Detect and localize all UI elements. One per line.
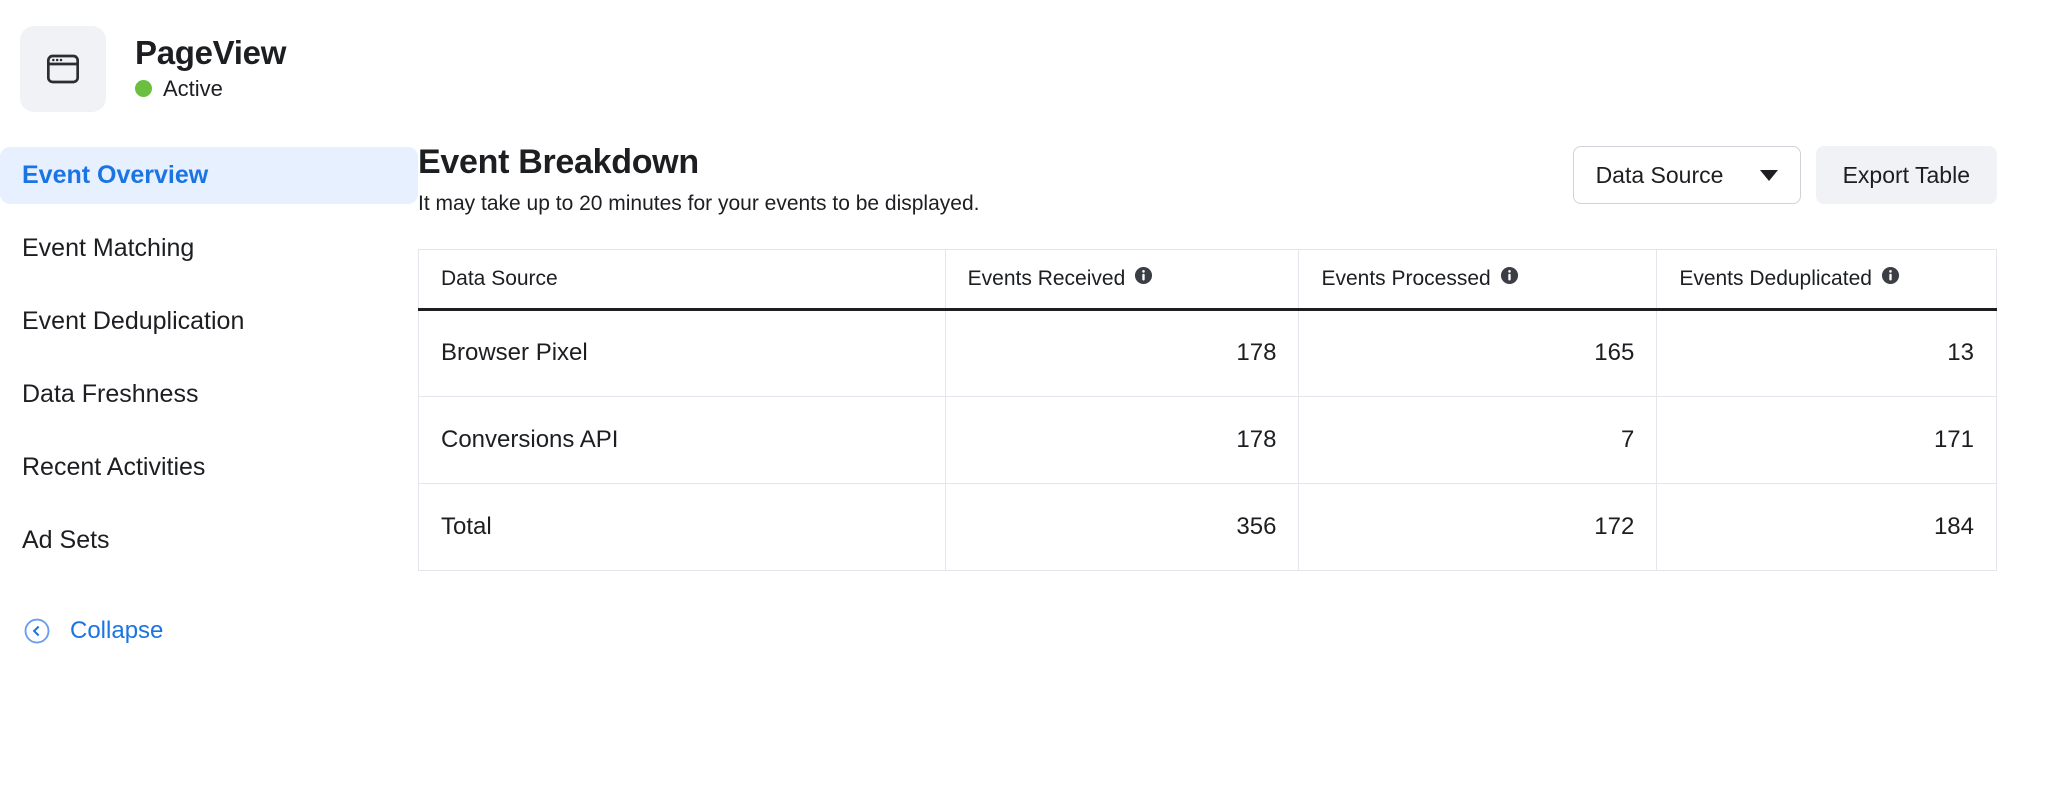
column-header-label: Events Processed [1321, 266, 1491, 290]
main-content: Event Breakdown It may take up to 20 min… [418, 115, 2048, 571]
table-header-row: Data Source Events Received Events Proce… [418, 249, 1997, 311]
sidebar-item-label: Data Freshness [22, 380, 199, 408]
info-icon[interactable] [1500, 266, 1519, 291]
event-breakdown-table-container: Data Source Events Received Events Proce… [418, 248, 1997, 571]
column-header-label: Data Source [441, 266, 558, 290]
event-breakdown-table: Data Source Events Received Events Proce… [418, 248, 1997, 571]
column-header-label: Events Deduplicated [1679, 266, 1872, 290]
info-icon[interactable] [1134, 266, 1153, 291]
collapse-sidebar-button[interactable]: Collapse [0, 616, 418, 646]
table-row: Browser Pixel 178 165 13 [418, 309, 1997, 397]
column-header-events-deduplicated: Events Deduplicated [1656, 249, 1997, 311]
status-dot-icon [135, 80, 152, 98]
section-title: Event Breakdown [418, 143, 699, 181]
sidebar-item-label: Event Overview [22, 161, 209, 189]
column-header-events-processed: Events Processed [1298, 249, 1658, 311]
main-header-row: Event Breakdown It may take up to 20 min… [418, 141, 1997, 216]
chevron-left-circle-icon [22, 616, 52, 646]
column-header-events-received: Events Received [945, 249, 1300, 311]
cell-events-deduplicated: 13 [1656, 309, 1997, 397]
data-source-dropdown-label: Data Source [1595, 161, 1724, 188]
sidebar-item-label: Event Deduplication [22, 307, 245, 335]
sidebar: Event Overview Event Matching Event Dedu… [0, 115, 418, 646]
collapse-label: Collapse [70, 617, 164, 644]
cell-events-deduplicated: 171 [1656, 396, 1997, 484]
table-row: Conversions API 178 7 171 [418, 396, 1997, 484]
sidebar-item-label: Ad Sets [22, 526, 110, 554]
sidebar-item-ad-sets[interactable]: Ad Sets [0, 512, 418, 569]
cell-data-source: Conversions API [418, 396, 946, 484]
browser-window-icon [43, 49, 83, 89]
page-title: PageView [135, 34, 287, 72]
cell-events-processed: 165 [1298, 309, 1658, 397]
chevron-down-icon [1759, 169, 1778, 181]
app-icon-container [20, 25, 106, 112]
cell-data-source: Total [418, 483, 946, 570]
sidebar-item-event-deduplication[interactable]: Event Deduplication [0, 293, 418, 350]
column-header-data-source: Data Source [418, 249, 946, 311]
cell-events-received: 178 [945, 396, 1300, 484]
app-title-block: PageView Active [135, 35, 286, 101]
app-header: PageView Active [0, 0, 2048, 115]
sidebar-item-label: Recent Activities [22, 453, 206, 481]
cell-events-processed: 7 [1298, 396, 1658, 484]
main-heading-block: Event Breakdown It may take up to 20 min… [418, 141, 979, 216]
table-body: Browser Pixel 178 165 13 Conversions API… [418, 309, 1997, 570]
section-subtitle: It may take up to 20 minutes for your ev… [418, 191, 980, 215]
table-head: Data Source Events Received Events Proce… [418, 249, 1997, 311]
sidebar-item-data-freshness[interactable]: Data Freshness [0, 366, 418, 423]
status-badge: Active [135, 76, 286, 102]
status-label: Active [163, 75, 223, 101]
cell-events-processed: 172 [1298, 483, 1658, 570]
export-table-button[interactable]: Export Table [1815, 146, 1997, 204]
sidebar-item-recent-activities[interactable]: Recent Activities [0, 439, 418, 496]
cell-events-deduplicated: 184 [1933, 512, 1974, 540]
column-header-label: Events Received [967, 266, 1126, 290]
cell-data-source: Browser Pixel [418, 309, 946, 397]
info-icon[interactable] [1881, 266, 1900, 291]
page-body: Event Overview Event Matching Event Dedu… [0, 115, 2048, 646]
header-actions: Data Source Export Table [1572, 141, 1997, 204]
table-row-total: Total 356 172 184 [418, 483, 1997, 570]
sidebar-item-event-overview[interactable]: Event Overview [0, 147, 418, 204]
cell-events-received: 356 [945, 483, 1300, 570]
sidebar-item-event-matching[interactable]: Event Matching [0, 220, 418, 277]
cell-events-received: 178 [945, 309, 1300, 397]
data-source-dropdown[interactable]: Data Source [1572, 146, 1801, 204]
sidebar-item-label: Event Matching [22, 234, 195, 262]
